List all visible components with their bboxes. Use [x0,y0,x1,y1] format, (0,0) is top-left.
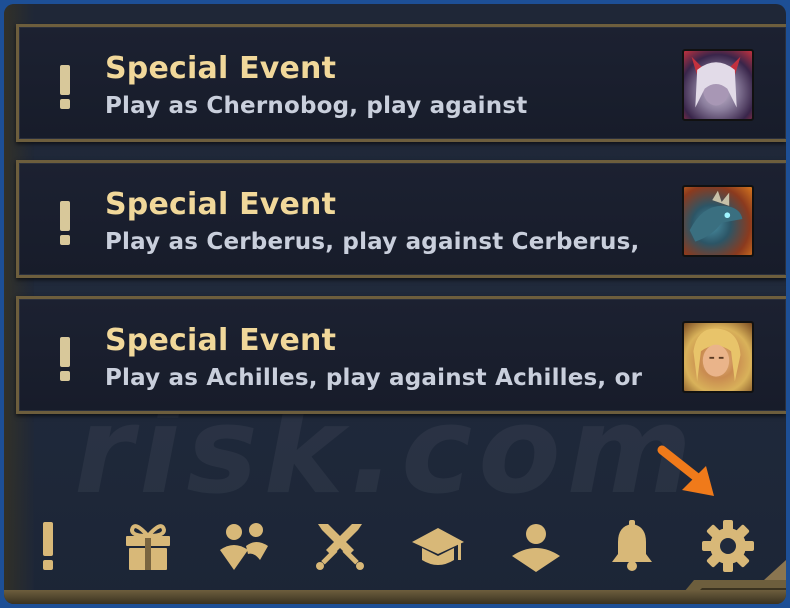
crossed-swords-icon [316,524,364,570]
exclamation-icon [60,337,70,381]
gift-icon [126,524,170,570]
event-title: Special Event [105,51,337,86]
profile-button[interactable] [504,514,568,578]
exclamation-icon [60,201,70,245]
chernobog-portrait [682,49,754,121]
bell-icon [612,520,652,571]
alerts-button[interactable] [600,514,664,578]
exclamation-icon [60,65,70,109]
friends-button[interactable] [212,514,276,578]
event-card-achilles[interactable]: Special Event Play as Achilles, play aga… [16,296,786,414]
event-title: Special Event [105,187,337,222]
bottom-border [4,590,786,604]
achilles-portrait [682,321,754,393]
event-description: Play as Chernobog, play against [105,93,528,119]
friends-icon [220,523,268,570]
profile-icon [512,524,560,572]
notifications-button[interactable] [16,514,80,578]
battle-button[interactable] [308,514,372,578]
event-description: Play as Achilles, play against Achilles,… [105,365,643,391]
notifications-panel: risk.com Special Event Play as Chernobog… [4,4,786,604]
event-card-cerberus[interactable]: Special Event Play as Cerberus, play aga… [16,160,786,278]
cerberus-portrait [682,185,754,257]
gifts-button[interactable] [116,514,180,578]
event-card-chernobog[interactable]: Special Event Play as Chernobog, play ag… [16,24,786,142]
exclamation-icon [43,522,53,570]
event-description: Play as Cerberus, play against Cerberus, [105,229,640,255]
learning-button[interactable] [406,514,470,578]
graduation-cap-icon [412,528,464,565]
event-title: Special Event [105,323,337,358]
